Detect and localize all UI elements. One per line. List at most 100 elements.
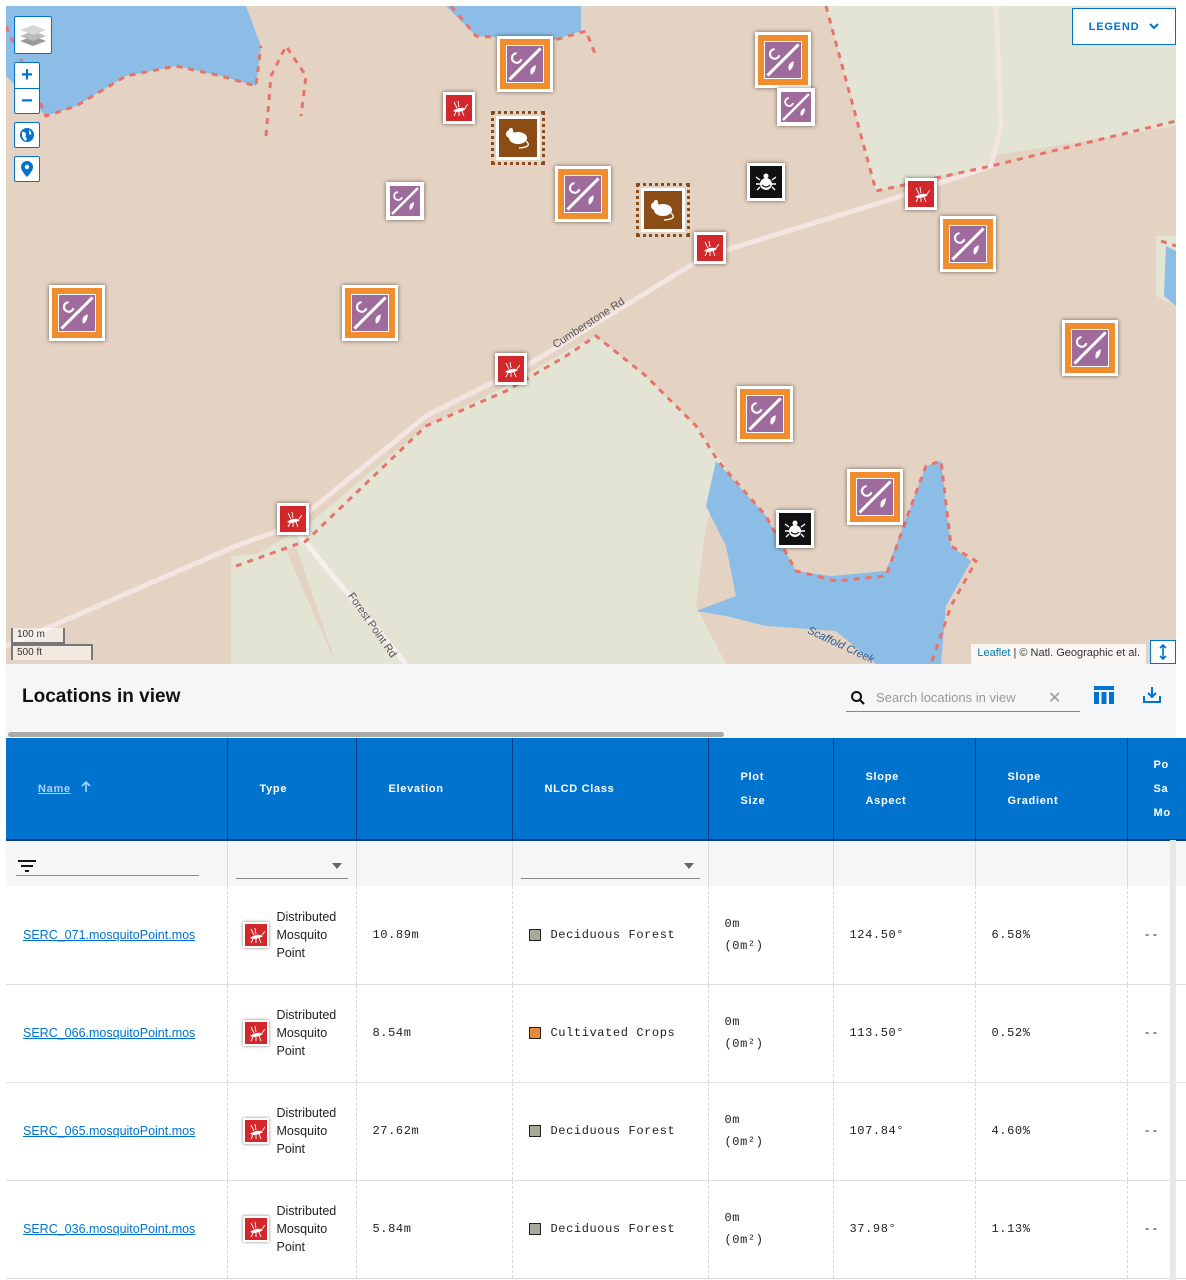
cell-elevation: 5.84m <box>356 1180 513 1279</box>
cell-elevation: 8.54m <box>356 984 513 1083</box>
column-header-partial[interactable]: Po Sa Mo <box>1127 738 1186 841</box>
plot-area-value: (0m²) <box>724 1233 764 1247</box>
cell-extra: -- <box>1127 1082 1186 1181</box>
plot-marker[interactable] <box>847 469 903 525</box>
cell-nlcd-class: Deciduous Forest <box>512 1180 709 1279</box>
cell-name: SERC_071.mosquitoPoint.mos <box>6 886 228 985</box>
cell-slope-gradient: 6.58% <box>975 886 1128 985</box>
columns-button[interactable] <box>1094 686 1114 709</box>
type-label: Distributed Mosquito Point <box>276 1106 337 1156</box>
table-row[interactable]: SERC_065.mosquitoPoint.mos Distributed M… <box>6 1082 1186 1181</box>
plot-size-value: 0m <box>724 1113 741 1127</box>
mosquito-icon <box>453 100 468 117</box>
table-row[interactable]: SERC_036.mosquitoPoint.mos Distributed M… <box>6 1180 1186 1279</box>
nlcd-filter-select[interactable] <box>520 849 700 879</box>
column-header-name[interactable]: Name <box>6 738 228 841</box>
table-row[interactable]: SERC_066.mosquitoPoint.mos Distributed M… <box>6 984 1186 1083</box>
type-label: Distributed Mosquito Point <box>276 1204 337 1254</box>
plot-marker[interactable] <box>940 216 996 272</box>
plot-marker[interactable] <box>777 88 815 126</box>
plot-icon <box>951 227 985 261</box>
tick-plot-marker[interactable] <box>776 510 814 548</box>
cell-slope-aspect: 37.98° <box>833 1180 976 1279</box>
type-label: Distributed Mosquito Point <box>276 1008 337 1058</box>
locations-table: Name Type Elevation NLCD Class Plot Size… <box>6 738 1186 1279</box>
plot-marker[interactable] <box>497 36 553 92</box>
plot-area-value: (0m²) <box>724 938 764 953</box>
mosquito-icon <box>915 186 930 203</box>
plot-marker[interactable] <box>737 386 793 442</box>
cell-name: SERC_036.mosquitoPoint.mos <box>6 1180 228 1279</box>
cell-nlcd-class: Deciduous Forest <box>512 1082 709 1181</box>
cell-slope-aspect: 124.50° <box>833 886 976 985</box>
column-header-plot-size[interactable]: Plot Size <box>708 738 834 841</box>
type-label: Distributed Mosquito Point <box>276 909 337 960</box>
cell-extra: -- <box>1127 886 1186 985</box>
plot-marker[interactable] <box>386 182 424 220</box>
sort-by-name-link[interactable]: Name <box>38 783 71 795</box>
nlcd-color-swatch <box>528 1026 541 1039</box>
locate-button[interactable] <box>14 156 40 182</box>
plot-marker[interactable] <box>1062 320 1118 376</box>
nlcd-label: Deciduous Forest <box>550 927 676 942</box>
cell-nlcd-class: Deciduous Forest <box>512 886 709 985</box>
legend-button[interactable]: LEGEND <box>1072 8 1176 45</box>
column-header-nlcd-class[interactable]: NLCD Class <box>512 738 709 841</box>
download-button[interactable] <box>1143 686 1161 709</box>
plot-marker[interactable] <box>755 32 811 88</box>
mosquito-icon <box>249 1025 265 1042</box>
mammal-grid-marker[interactable] <box>491 111 545 165</box>
tick-plot-marker[interactable] <box>747 163 785 201</box>
location-name-link[interactable]: SERC_036.mosquitoPoint.mos <box>7 1222 195 1236</box>
layers-button[interactable] <box>14 16 52 54</box>
plot-icon <box>508 47 542 81</box>
table-row[interactable]: SERC_071.mosquitoPoint.mos Distributed M… <box>6 886 1186 985</box>
scale-metric: 100 m <box>11 628 65 644</box>
mammal-grid-marker[interactable] <box>636 183 690 237</box>
location-name-link[interactable]: SERC_065.mosquitoPoint.mos <box>7 1124 195 1138</box>
mosquito-icon <box>249 927 265 943</box>
dropdown-arrow-icon <box>331 862 342 869</box>
plot-marker[interactable] <box>342 285 398 341</box>
plot-icon <box>353 296 387 330</box>
download-icon <box>1143 687 1161 703</box>
plot-marker[interactable] <box>49 285 105 341</box>
column-header-slope-gradient[interactable]: Slope Gradient <box>975 738 1128 841</box>
map-basemap <box>6 6 1176 664</box>
location-name-link[interactable]: SERC_071.mosquitoPoint.mos <box>7 928 195 942</box>
cell-extra: -- <box>1127 984 1186 1083</box>
horizontal-scrollbar[interactable] <box>8 732 724 737</box>
name-filter-input[interactable] <box>16 852 199 876</box>
vertical-scrollbar[interactable] <box>1170 840 1176 1280</box>
zoom-out-button[interactable]: − <box>15 88 39 113</box>
column-header-elevation[interactable]: Elevation <box>356 738 513 841</box>
globe-icon <box>20 128 34 142</box>
plot-icon <box>60 296 94 330</box>
column-header-type[interactable]: Type <box>227 738 357 841</box>
mosquito-point-icon <box>242 1216 269 1242</box>
plot-icon <box>1073 331 1107 365</box>
map-view[interactable]: Cumberstone Rd Forest Point Rd Scaffold … <box>6 6 1176 664</box>
cell-name: SERC_066.mosquitoPoint.mos <box>6 984 228 1083</box>
mosquito-point-marker[interactable] <box>443 92 475 124</box>
chevron-down-icon <box>1149 23 1160 30</box>
location-name-link[interactable]: SERC_066.mosquitoPoint.mos <box>7 1026 195 1040</box>
mosquito-point-marker[interactable] <box>277 503 309 535</box>
mosquito-point-marker[interactable] <box>905 178 937 210</box>
tick-icon <box>784 520 806 538</box>
panel-title: Locations in view <box>22 686 181 707</box>
mosquito-point-marker[interactable] <box>495 353 527 385</box>
zoom-in-button[interactable]: + <box>15 63 39 88</box>
leaflet-link[interactable]: Leaflet <box>977 647 1010 659</box>
column-header-slope-aspect[interactable]: Slope Aspect <box>833 738 976 841</box>
locations-panel: Locations in view ✕ Name <box>6 664 1186 1280</box>
plot-marker[interactable] <box>555 166 611 222</box>
cell-nlcd-class: Cultivated Crops <box>512 984 709 1083</box>
type-filter-select[interactable] <box>235 849 348 879</box>
mosquito-point-marker[interactable] <box>694 232 726 264</box>
globe-button[interactable] <box>14 122 40 148</box>
search-input[interactable] <box>874 689 1044 706</box>
resize-map-button[interactable] <box>1150 640 1176 664</box>
cell-type: Distributed Mosquito Point <box>227 1082 357 1181</box>
clear-search-icon[interactable]: ✕ <box>1048 688 1061 708</box>
